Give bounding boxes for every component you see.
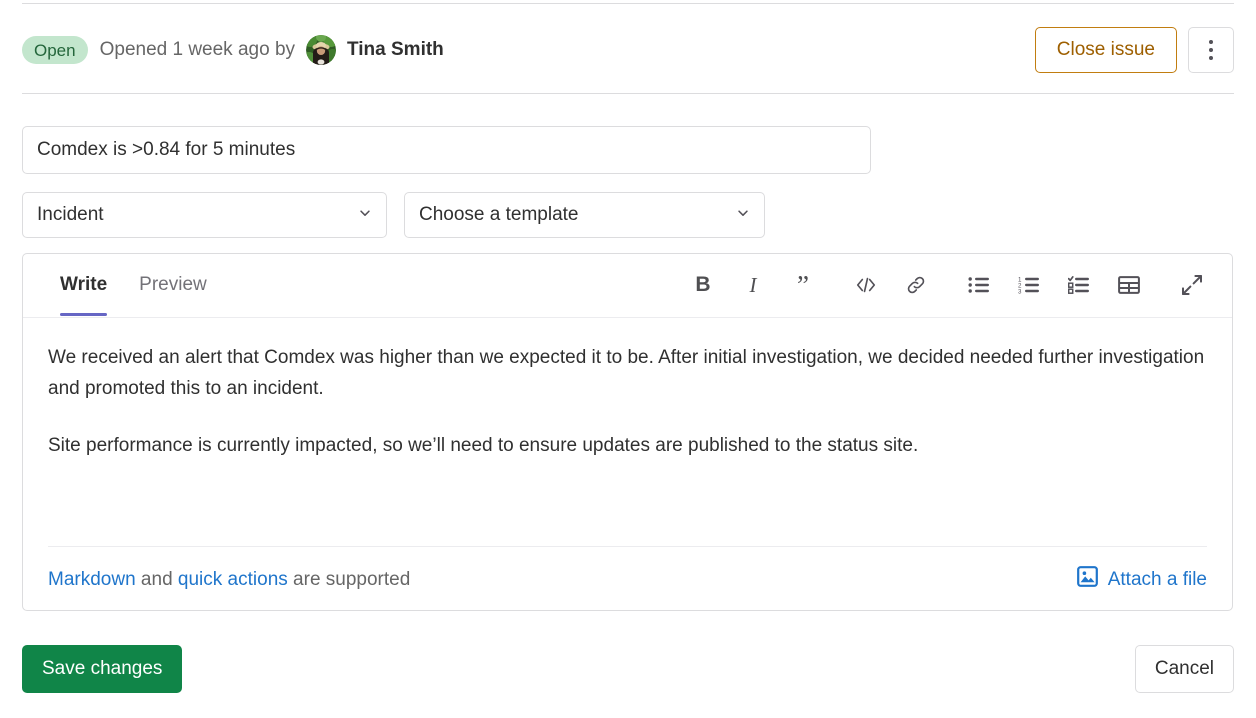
close-issue-button[interactable]: Close issue <box>1034 27 1177 73</box>
numbered-list-icon[interactable]: 1 2 3 <box>1011 267 1047 303</box>
cancel-button[interactable]: Cancel <box>1134 645 1234 693</box>
more-actions-button[interactable] <box>1188 27 1234 73</box>
task-list-icon[interactable] <box>1061 267 1097 303</box>
image-attachment-icon <box>1076 566 1098 593</box>
editor-tabs: Write Preview <box>23 254 223 316</box>
issue-edit-page: Open Opened 1 week ago by Tina Smith Clo… <box>0 0 1256 718</box>
quick-actions-link[interactable]: quick actions <box>178 569 288 590</box>
bold-icon[interactable]: B <box>685 267 721 303</box>
issue-type-select[interactable]: Incident <box>22 192 387 238</box>
issue-options-row: Incident Choose a template <box>22 192 765 238</box>
description-paragraph: We received an alert that Comdex was hig… <box>48 347 1205 399</box>
and-text: and <box>135 568 178 590</box>
save-changes-button[interactable]: Save changes <box>22 645 183 693</box>
markdown-link[interactable]: Markdown <box>48 569 136 590</box>
markdown-support-note: Markdown and quick actions are supported <box>48 569 410 591</box>
editor-header: Write Preview B I ” 1 2 3 <box>23 254 1232 318</box>
code-icon[interactable] <box>848 267 884 303</box>
top-divider <box>22 3 1234 4</box>
issue-status-header: Open Opened 1 week ago by Tina Smith Clo… <box>22 20 1234 80</box>
table-icon[interactable] <box>1111 267 1147 303</box>
attach-file-label: Attach a file <box>1107 568 1207 590</box>
author-name[interactable]: Tina Smith <box>347 39 444 61</box>
tab-preview[interactable]: Preview <box>123 254 223 316</box>
issue-title-input[interactable] <box>22 126 871 174</box>
attach-file-button[interactable]: Attach a file <box>1076 566 1207 593</box>
fullscreen-icon[interactable] <box>1174 267 1210 303</box>
issue-meta: Open Opened 1 week ago by Tina Smith <box>22 35 1035 65</box>
tab-write[interactable]: Write <box>44 254 123 316</box>
issue-type-value: Incident <box>37 204 104 225</box>
supported-text: are supported <box>287 568 411 590</box>
editor-footer: Markdown and quick actions are supported… <box>23 547 1232 612</box>
header-actions: Close issue <box>1034 27 1234 73</box>
status-badge: Open <box>22 36 88 64</box>
opened-text: Opened 1 week ago by <box>99 39 296 60</box>
avatar[interactable] <box>306 35 337 65</box>
editor-toolbar: B I ” 1 2 3 <box>678 254 1232 316</box>
kebab-menu-icon <box>1209 48 1213 52</box>
description-textarea[interactable]: We received an alert that Comdex was hig… <box>23 318 1232 546</box>
quote-icon[interactable]: ” <box>785 267 821 303</box>
description-paragraph: Site performance is currently impacted, … <box>48 435 919 456</box>
issue-template-value: Choose a template <box>419 204 579 225</box>
kebab-menu-icon <box>1209 40 1213 44</box>
link-icon[interactable] <box>898 267 934 303</box>
svg-text:3: 3 <box>1018 288 1022 294</box>
description-editor: Write Preview B I ” 1 2 3 We received an… <box>22 253 1233 611</box>
issue-template-select[interactable]: Choose a template <box>404 192 765 238</box>
kebab-menu-icon <box>1209 56 1213 60</box>
italic-icon[interactable]: I <box>735 267 771 303</box>
chevron-down-icon <box>358 206 372 225</box>
header-divider <box>22 93 1234 94</box>
chevron-down-icon <box>736 206 750 225</box>
bullet-list-icon[interactable] <box>961 267 997 303</box>
